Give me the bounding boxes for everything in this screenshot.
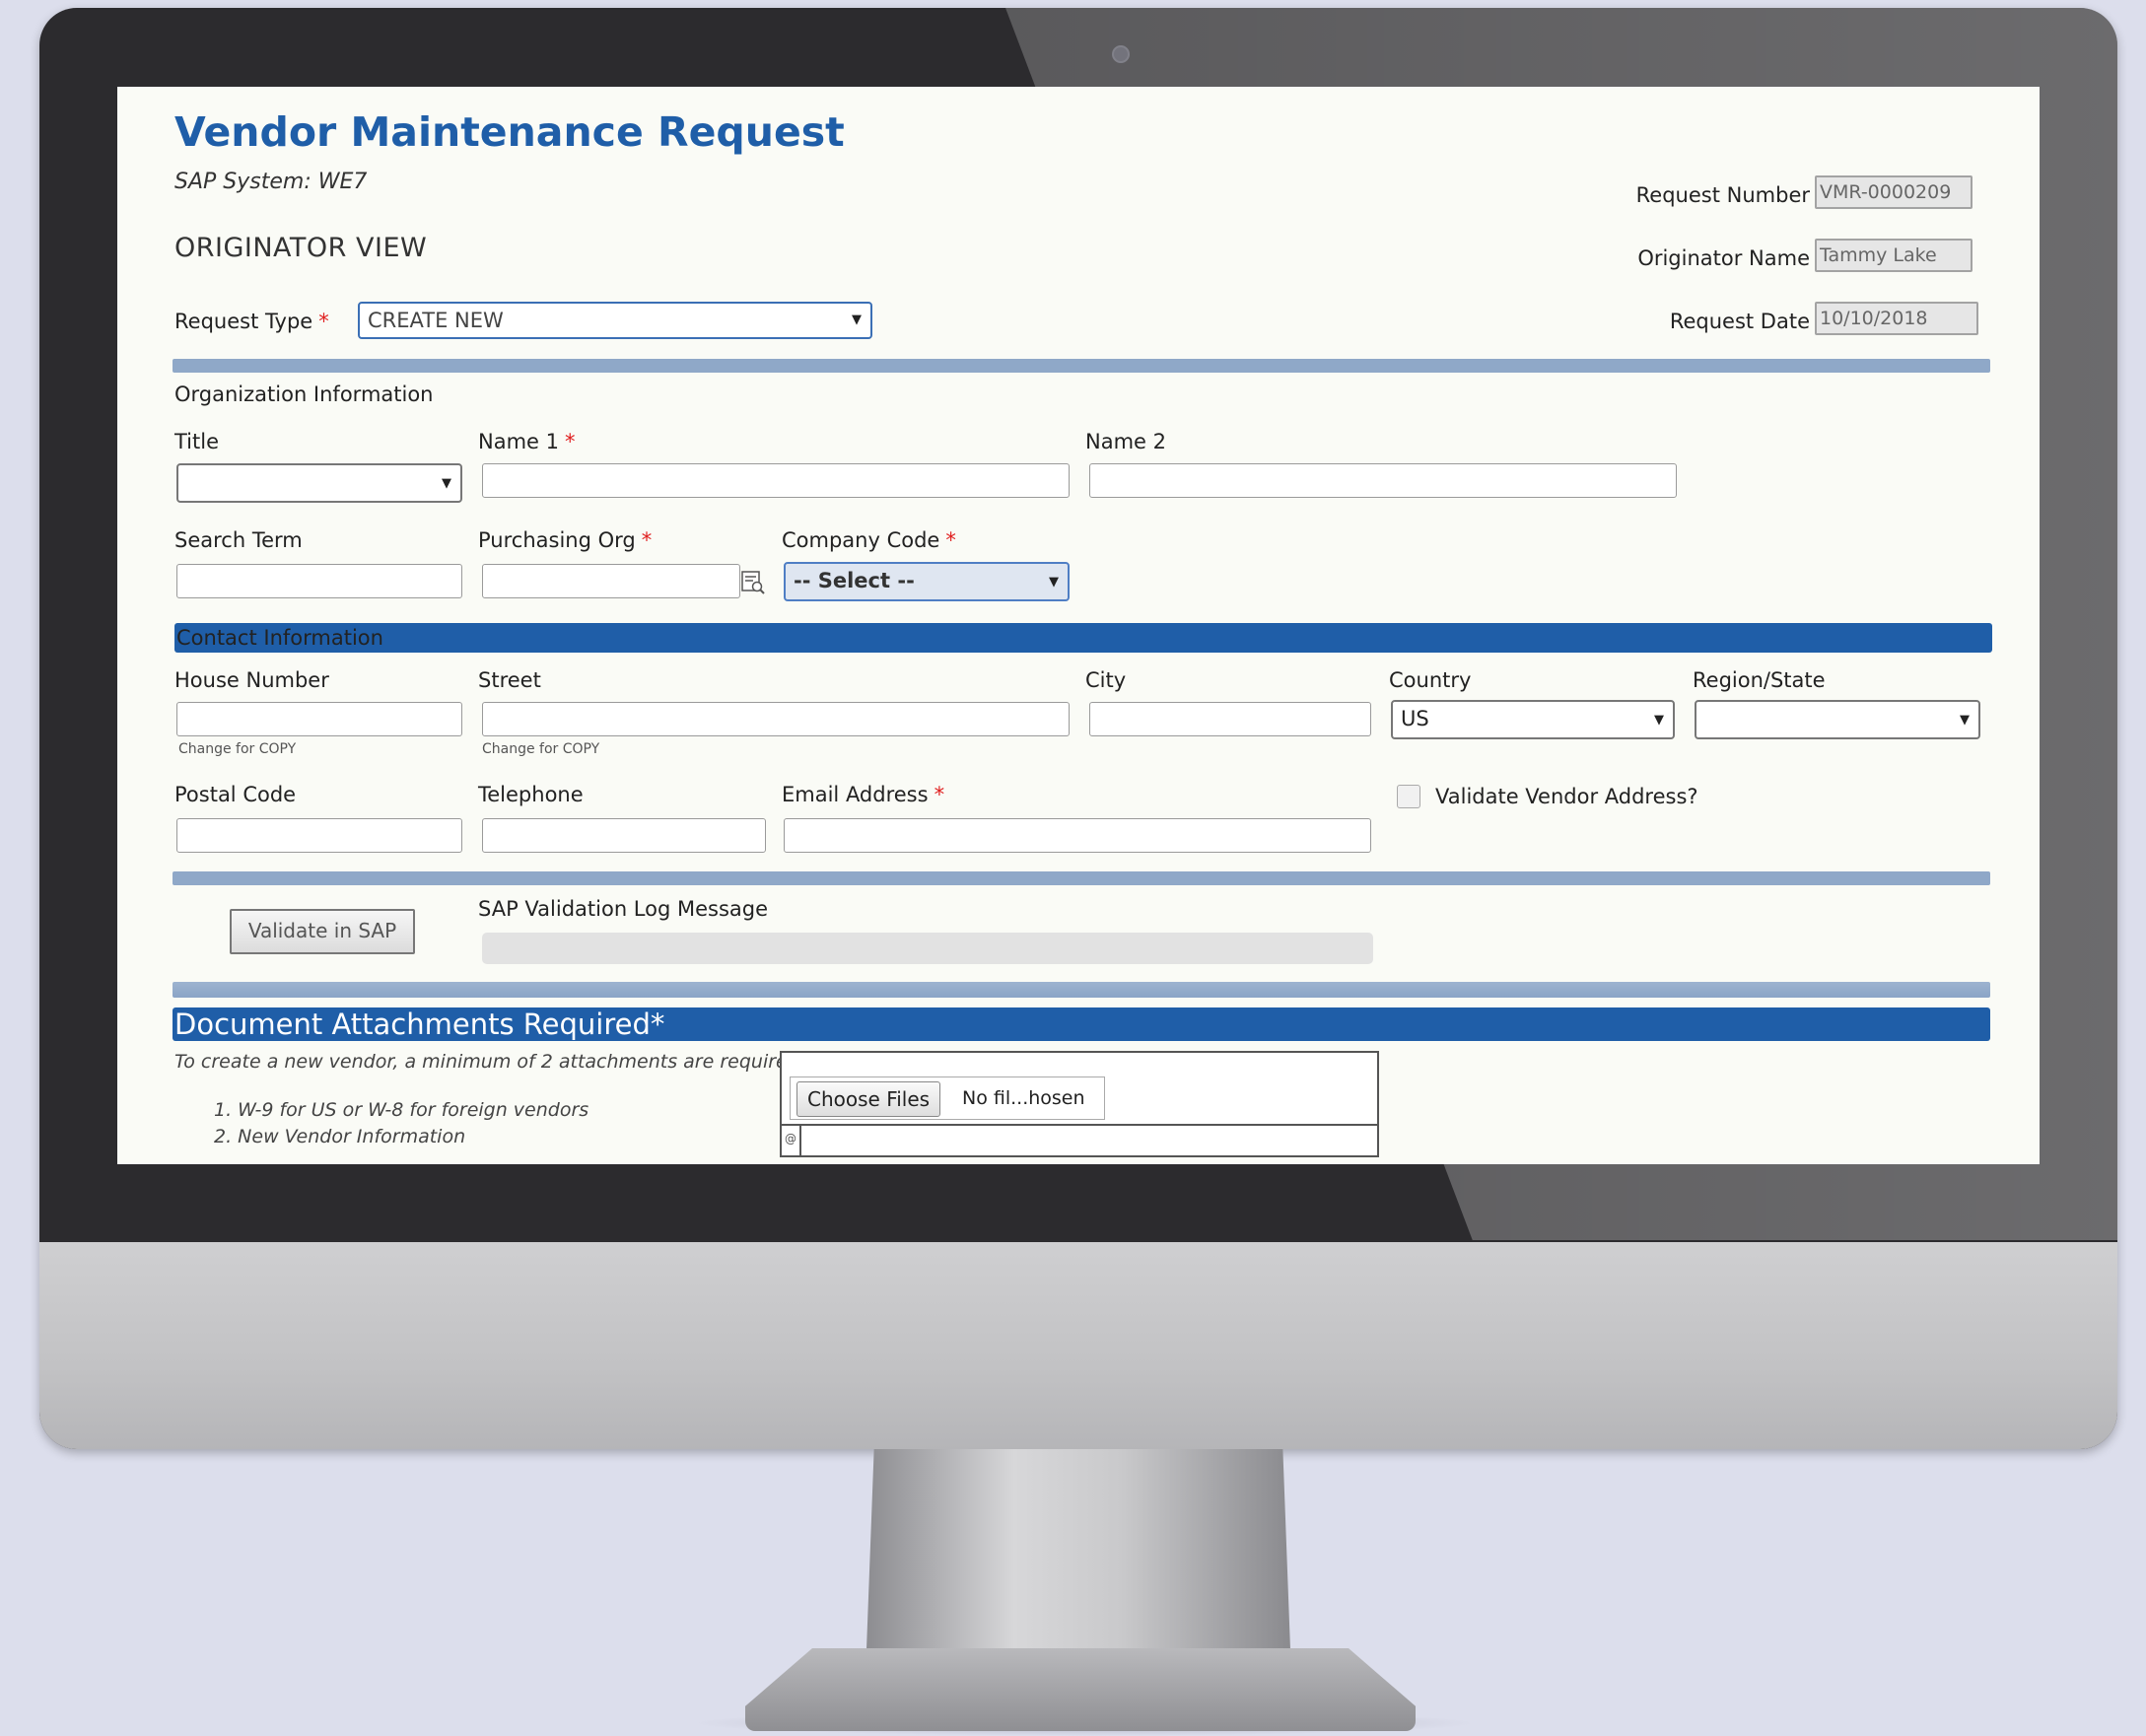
region-label: Region/State: [1693, 668, 1826, 692]
email-label: Email Address *: [782, 783, 945, 806]
organization-section-title: Organization Information: [174, 382, 434, 406]
house-number-label: House Number: [174, 668, 329, 692]
country-label: Country: [1389, 668, 1472, 692]
postal-code-input[interactable]: [176, 818, 462, 853]
title-label: Title: [174, 430, 220, 453]
request-date-label: Request Date: [1669, 310, 1810, 333]
sap-system-label: SAP System: WE7: [174, 170, 368, 194]
request-type-select[interactable]: CREATE NEW ▼: [358, 302, 872, 339]
file-status: No fil...hosen: [962, 1087, 1085, 1109]
monitor-stand-base: [745, 1648, 1416, 1731]
company-code-label: Company Code *: [782, 528, 956, 552]
purchasing-org-label: Purchasing Org *: [478, 528, 653, 552]
attachments-section-header: Document Attachments Required*: [173, 1007, 1990, 1041]
telephone-input[interactable]: [482, 818, 766, 853]
sap-log-label: SAP Validation Log Message: [478, 897, 769, 921]
name1-label: Name 1 *: [478, 430, 576, 453]
monitor-chin: [39, 1242, 2117, 1449]
attachment-item: 1. W-9 for US or W-8 for foreign vendors: [214, 1099, 589, 1121]
house-number-hint: Change for COPY: [178, 741, 297, 757]
required-marker: *: [318, 310, 329, 333]
view-label: ORIGINATOR VIEW: [174, 233, 428, 263]
sap-log-message: [482, 933, 1373, 964]
camera-icon: [1112, 45, 1130, 63]
company-code-select[interactable]: -- Select -- ▼: [784, 562, 1070, 601]
city-input[interactable]: [1089, 702, 1371, 736]
street-label: Street: [478, 668, 541, 692]
table-row-divider: [782, 1124, 1377, 1126]
attachments-note: To create a new vendor, a minimum of 2 a…: [174, 1051, 806, 1073]
street-hint: Change for COPY: [482, 741, 600, 757]
section-divider: [173, 871, 1990, 885]
choose-files-button[interactable]: Choose Files: [796, 1081, 941, 1117]
lookup-icon[interactable]: [740, 568, 766, 595]
street-input[interactable]: [482, 702, 1070, 736]
validate-address-checkbox[interactable]: [1397, 785, 1420, 808]
telephone-label: Telephone: [478, 783, 584, 806]
attachment-table: Choose Files No fil...hosen @: [780, 1051, 1379, 1157]
attachment-item: 2. New Vendor Information: [214, 1126, 466, 1147]
request-number-label: Request Number: [1635, 183, 1810, 207]
monitor-stand-neck: [865, 1449, 1291, 1676]
country-select[interactable]: US ▼: [1391, 700, 1675, 739]
chevron-down-icon: ▼: [1960, 713, 1970, 728]
validate-in-sap-button[interactable]: Validate in SAP: [230, 909, 415, 954]
name2-label: Name 2: [1085, 430, 1166, 453]
request-number-field: VMR-0000209: [1815, 175, 1973, 209]
chevron-down-icon: ▼: [442, 476, 451, 491]
region-select[interactable]: ▼: [1695, 700, 1980, 739]
name2-input[interactable]: [1089, 463, 1677, 498]
chevron-down-icon: ▼: [1049, 575, 1059, 590]
house-number-input[interactable]: [176, 702, 462, 736]
section-divider: [173, 359, 1990, 373]
name1-input[interactable]: [482, 463, 1070, 498]
page-title: Vendor Maintenance Request: [174, 108, 845, 156]
email-input[interactable]: [784, 818, 1371, 853]
title-select[interactable]: ▼: [176, 463, 462, 503]
purchasing-org-input[interactable]: [482, 564, 740, 598]
search-term-input[interactable]: [176, 564, 462, 598]
request-type-label: Request Type *: [174, 310, 329, 333]
validate-address-label: Validate Vendor Address?: [1435, 785, 1698, 808]
city-label: City: [1085, 668, 1127, 692]
section-divider: [173, 982, 1990, 998]
chevron-down-icon: ▼: [1654, 713, 1664, 728]
chevron-down-icon: ▼: [852, 312, 862, 327]
paperclip-icon[interactable]: @: [782, 1126, 801, 1157]
app-screen: Vendor Maintenance Request SAP System: W…: [117, 87, 2040, 1164]
originator-name-field: Tammy Lake: [1815, 239, 1973, 272]
search-term-label: Search Term: [174, 528, 303, 552]
originator-name-label: Originator Name: [1637, 246, 1810, 270]
contact-section-header: Contact Information: [174, 623, 1992, 653]
file-input[interactable]: Choose Files No fil...hosen: [790, 1076, 1105, 1120]
request-date-field: 10/10/2018: [1815, 302, 1978, 335]
postal-code-label: Postal Code: [174, 783, 297, 806]
